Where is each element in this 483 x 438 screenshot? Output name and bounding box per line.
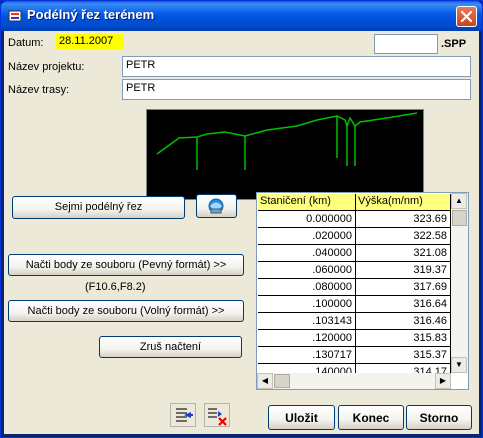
table-cell-station[interactable]: .040000 [258,245,356,262]
window-title: Podélný řez terénem [27,7,155,22]
table-cell-station[interactable]: .130717 [258,347,356,364]
table-cell-height[interactable]: 323.69 [356,211,451,228]
scroll-down-icon[interactable]: ▼ [451,357,467,373]
points-table[interactable]: Staničení (km) Výška(m/nm) 0.000000 323.6… [256,192,469,390]
end-button[interactable]: Konec [338,405,404,430]
import-points-button[interactable] [170,403,196,427]
load-free-format-button[interactable]: Načti body ze souboru (Volný formát) >> [8,300,244,322]
route-name-input[interactable]: PETR [122,79,471,100]
profile-preview [146,109,424,200]
table-cell-height[interactable]: 322.58 [356,228,451,245]
vertical-scrollbar[interactable]: ▲ ▼ [451,193,468,373]
table-cell-station[interactable]: .100000 [258,296,356,313]
table-cell-height[interactable]: 319.37 [356,262,451,279]
table-cell-station[interactable]: .060000 [258,262,356,279]
table-cell-station[interactable]: .080000 [258,279,356,296]
sejmi-profile-button[interactable]: Sejmi podélný řez [12,196,185,219]
datum-value: 28.11.2007 [56,34,124,49]
profile-line-chart [156,112,418,170]
close-button[interactable] [456,6,477,27]
table-cell-station[interactable]: .020000 [258,228,356,245]
scroll-up-icon[interactable]: ▲ [451,193,467,209]
delete-points-button[interactable] [204,403,230,427]
cancel-button[interactable]: Storno [406,405,472,430]
network-button[interactable] [196,194,237,218]
table-cell-height[interactable]: 315.37 [356,347,451,364]
project-name-input[interactable]: PETR [122,56,471,77]
load-fixed-format-button[interactable]: Načti body ze souboru (Pevný formát) >> [8,254,244,276]
delete-points-icon [208,408,227,426]
horizontal-scroll-thumb[interactable] [274,374,290,388]
cancel-load-button[interactable]: Zruš načtení [99,336,242,358]
dialog-client: Datum: 28.11.2007 .SPP Název projektu: P… [4,31,479,434]
save-button[interactable]: Uložit [268,405,335,430]
column-header-station[interactable]: Staničení (km) [258,194,356,211]
horizontal-scrollbar[interactable]: ◀ ▶ [257,373,451,389]
close-icon [460,10,473,23]
scroll-right-icon[interactable]: ▶ [435,373,451,389]
format-hint-label: (F10.6,F8.2) [85,281,146,293]
project-name-label: Název projektu: [8,61,85,73]
table-cell-station[interactable]: 0.000000 [258,211,356,228]
import-points-icon [176,408,193,422]
table-cell-height[interactable]: 317.69 [356,279,451,296]
table-cell-station[interactable]: .103143 [258,313,356,330]
app-icon [8,10,22,22]
title-bar[interactable]: Podélný řez terénem [1,1,482,31]
table-cell-height[interactable]: 316.64 [356,296,451,313]
table-cell-height[interactable]: 315.83 [356,330,451,347]
vertical-scroll-thumb[interactable] [452,210,467,226]
route-name-label: Název trasy: [8,84,70,96]
dialog-window: Podélný řez terénem Datum: 28.11.2007 .S… [0,0,483,438]
table-cell-station[interactable]: .120000 [258,330,356,347]
datum-label: Datum: [8,37,44,49]
column-header-height[interactable]: Výška(m/nm) [356,194,451,211]
spp-suffix-label: .SPP [441,38,467,50]
scroll-left-icon[interactable]: ◀ [257,373,273,389]
table-cell-height[interactable]: 321.08 [356,245,451,262]
network-icon [208,198,224,214]
spp-filename-field[interactable] [374,34,438,54]
table-cell-height[interactable]: 316.46 [356,313,451,330]
